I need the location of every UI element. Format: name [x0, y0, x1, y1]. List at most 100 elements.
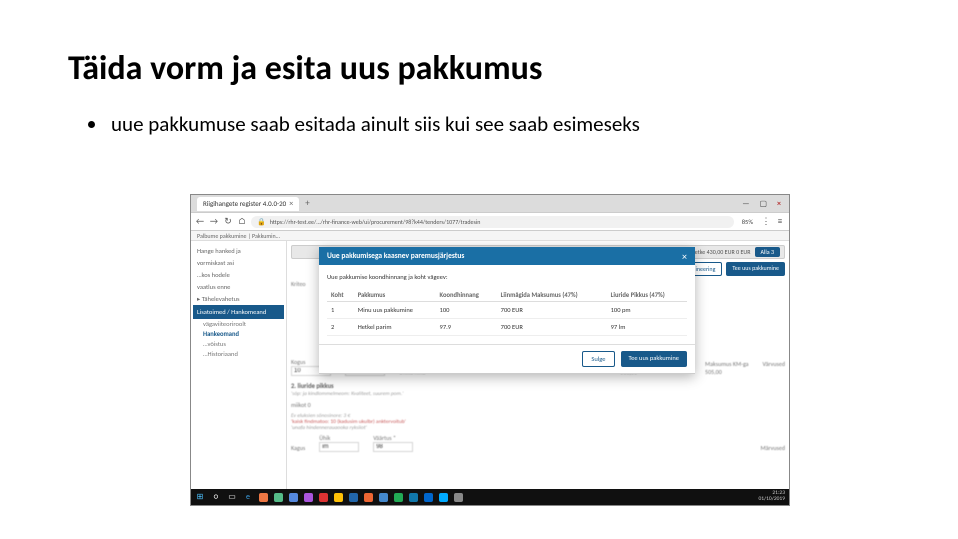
start-icon[interactable]: ⊞ — [195, 492, 205, 502]
browser-window: Riigihangete register 4.0.0-20 × + — ▢ ×… — [190, 194, 790, 506]
menu-dots-icon[interactable]: ⋮ — [761, 216, 771, 227]
label-varvused: Värvused — [763, 360, 785, 368]
amount-row-2: Kagus Ühik Väärtus * Märvused — [291, 434, 785, 452]
td-koht: 2 — [327, 319, 354, 336]
table-row: 2 Hetkel parim 97.9 700 EUR 97 lm — [327, 319, 687, 336]
tb-app-icon[interactable] — [334, 493, 343, 502]
th-pikkus: Liuride Pikkus (47%) — [607, 289, 687, 302]
taskbar-clock[interactable]: 21:23 01/10/2019 — [758, 491, 785, 503]
banner-badge: Alla 3 — [755, 247, 781, 257]
slide-bullet-text: uue pakkumuse saab esitada ainult siis k… — [111, 111, 640, 137]
cortana-icon[interactable]: ○ — [211, 492, 221, 502]
ranking-table: Koht Pakkumus Koondhinnang Liinmägida Ma… — [327, 289, 687, 336]
clock-date: 01/10/2019 — [758, 497, 785, 503]
nav-home-icon[interactable]: ⌂ — [237, 216, 247, 227]
tb-app-icon[interactable] — [259, 493, 268, 502]
label-marvused: Märvused — [761, 444, 786, 452]
tb-app-icon[interactable] — [304, 493, 313, 502]
tb-app-icon[interactable] — [379, 493, 388, 502]
sidebar-item[interactable]: Hange hanked ja — [193, 245, 284, 257]
tb-app-icon[interactable] — [409, 493, 418, 502]
bookmark-text[interactable]: Palbume pakkumine | Pakkumin… — [197, 232, 280, 240]
edge-icon[interactable]: e — [243, 492, 253, 502]
window-min-icon[interactable]: — — [742, 199, 749, 209]
input-uhik2[interactable] — [319, 442, 359, 452]
new-tab-icon[interactable]: + — [305, 198, 309, 209]
th-maksumus: Liinmägida Maksumus (47%) — [497, 289, 607, 302]
tb-app-icon[interactable] — [364, 493, 373, 502]
tb-app-icon[interactable] — [319, 493, 328, 502]
url-text: https://rhr-test.ee/…/rhr-finance-web/ui… — [270, 218, 481, 226]
sidebar-subitem[interactable]: …Historiaand — [193, 349, 284, 359]
windows-taskbar: ⊞ ○ ▭ e 21:23 01/10/2019 — [191, 489, 789, 505]
modal-submit-button[interactable]: Tee uus pakkumine — [621, 351, 687, 367]
nav-reload-icon[interactable]: ↻ — [223, 216, 233, 227]
modal-close-icon[interactable]: × — [682, 250, 687, 263]
browser-toolbar: ← → ↻ ⌂ 🔒 https://rhr-test.ee/…/rhr-fina… — [191, 213, 789, 231]
input-vaartus[interactable] — [373, 442, 413, 452]
modal-close-button[interactable]: Sulge — [582, 351, 614, 367]
btn-new-offer[interactable]: Tee uus pakkumine — [726, 262, 785, 276]
zoom-level[interactable]: 85% — [738, 218, 757, 226]
tb-app-icon[interactable] — [454, 493, 463, 502]
tb-app-icon[interactable] — [394, 493, 403, 502]
ranking-modal: Uue pakkumisega kaasnev paremusjärjestus… — [319, 247, 695, 374]
address-bar[interactable]: 🔒 https://rhr-test.ee/…/rhr-finance-web/… — [251, 216, 734, 228]
sidebar-subitem[interactable]: …võistus — [193, 339, 284, 349]
sidebar-subitem[interactable]: vägaviiteoriroolt — [193, 319, 284, 329]
sidebar-section-label: Tähelevahetus — [202, 295, 240, 303]
modal-header: Uue pakkumisega kaasnev paremusjärjestus… — [319, 247, 695, 265]
td-maksumus: 700 EUR — [497, 302, 607, 319]
td-koond: 97.9 — [436, 319, 497, 336]
label-uhik2: Ühik — [319, 434, 359, 442]
tb-app-icon[interactable] — [274, 493, 283, 502]
window-max-icon[interactable]: ▢ — [759, 199, 767, 209]
section2-title: 2. liuride pikkus — [291, 382, 785, 390]
modal-title: Uue pakkumisega kaasnev paremusjärjestus — [327, 252, 464, 261]
taskview-icon[interactable]: ▭ — [227, 492, 237, 502]
td-pakkumus: Minu uus pakkumine — [354, 302, 436, 319]
page-body: Hange hanked ja vormiskast asi …kos hode… — [191, 241, 789, 489]
modal-desc: Uue pakkumise koondhinnang ja koht vägee… — [327, 273, 687, 281]
value-maksumus-kmga: 505,00 — [705, 368, 749, 376]
sidebar-item[interactable]: …kos hodele — [193, 269, 284, 281]
slide-title: Täida vorm ja esita uus pakkumus — [0, 0, 958, 89]
th-koht: Koht — [327, 289, 354, 302]
tb-app-icon[interactable] — [439, 493, 448, 502]
sidebar-item[interactable]: vormiskast asi — [193, 257, 284, 269]
label-kogus2: Kagus — [291, 444, 305, 452]
caret-icon: ▸ — [197, 295, 200, 303]
modal-footer: Sulge Tee uus pakkumine — [319, 344, 695, 373]
sidebar: Hange hanked ja vormiskast asi …kos hode… — [191, 241, 287, 489]
menu-ham-icon[interactable]: ≡ — [775, 216, 785, 227]
td-maksumus: 700 EUR — [497, 319, 607, 336]
section2-hint3: 'unafa hindennerauaooka ryksiiot' — [291, 425, 785, 431]
nav-fwd-icon[interactable]: → — [209, 216, 219, 227]
td-pikkus: 100 pm — [607, 302, 687, 319]
nav-back-icon[interactable]: ← — [195, 216, 205, 227]
section2-hint1: 'sõp: ja kindlommelmeom: Kvaliteet, suur… — [291, 391, 785, 397]
sidebar-item-active[interactable]: Lisatoimed / Hankomeand — [193, 305, 284, 319]
browser-tab[interactable]: Riigihangete register 4.0.0-20 × — [197, 197, 299, 211]
tab-close-icon[interactable]: × — [289, 199, 293, 209]
lock-icon: 🔒 — [257, 217, 266, 226]
table-row: 1 Minu uus pakkumine 100 700 EUR 100 pm — [327, 302, 687, 319]
slide-bullet-row: uue pakkumuse saab esitada ainult siis k… — [0, 89, 958, 137]
sidebar-subitem-active[interactable]: Hankeomand — [193, 329, 284, 339]
tb-app-icon[interactable] — [289, 493, 298, 502]
td-pakkumus: Hetkel parim — [354, 319, 436, 336]
window-close-icon[interactable]: × — [777, 199, 781, 209]
label-vaartus: Väärtus * — [373, 434, 413, 442]
th-koond: Koondhinnang — [436, 289, 497, 302]
taskbar-tray: 21:23 01/10/2019 — [758, 491, 785, 503]
tb-app-icon[interactable] — [349, 493, 358, 502]
th-pakkumus: Pakkumus — [354, 289, 436, 302]
sidebar-item[interactable]: vaatlus enne — [193, 281, 284, 293]
sidebar-section[interactable]: ▸ Tähelevahetus — [193, 293, 284, 305]
section2-pneu: miikot 0 — [291, 401, 785, 409]
modal-body: Uue pakkumise koondhinnang ja koht vägee… — [319, 265, 695, 344]
main-panel: kinnistatu hetke 430,00 EUR 0 EUR Alla 3… — [287, 241, 789, 489]
tab-title: Riigihangete register 4.0.0-20 — [203, 199, 286, 208]
tb-app-icon[interactable] — [424, 493, 433, 502]
bookmark-bar: Palbume pakkumine | Pakkumin… — [191, 231, 789, 241]
